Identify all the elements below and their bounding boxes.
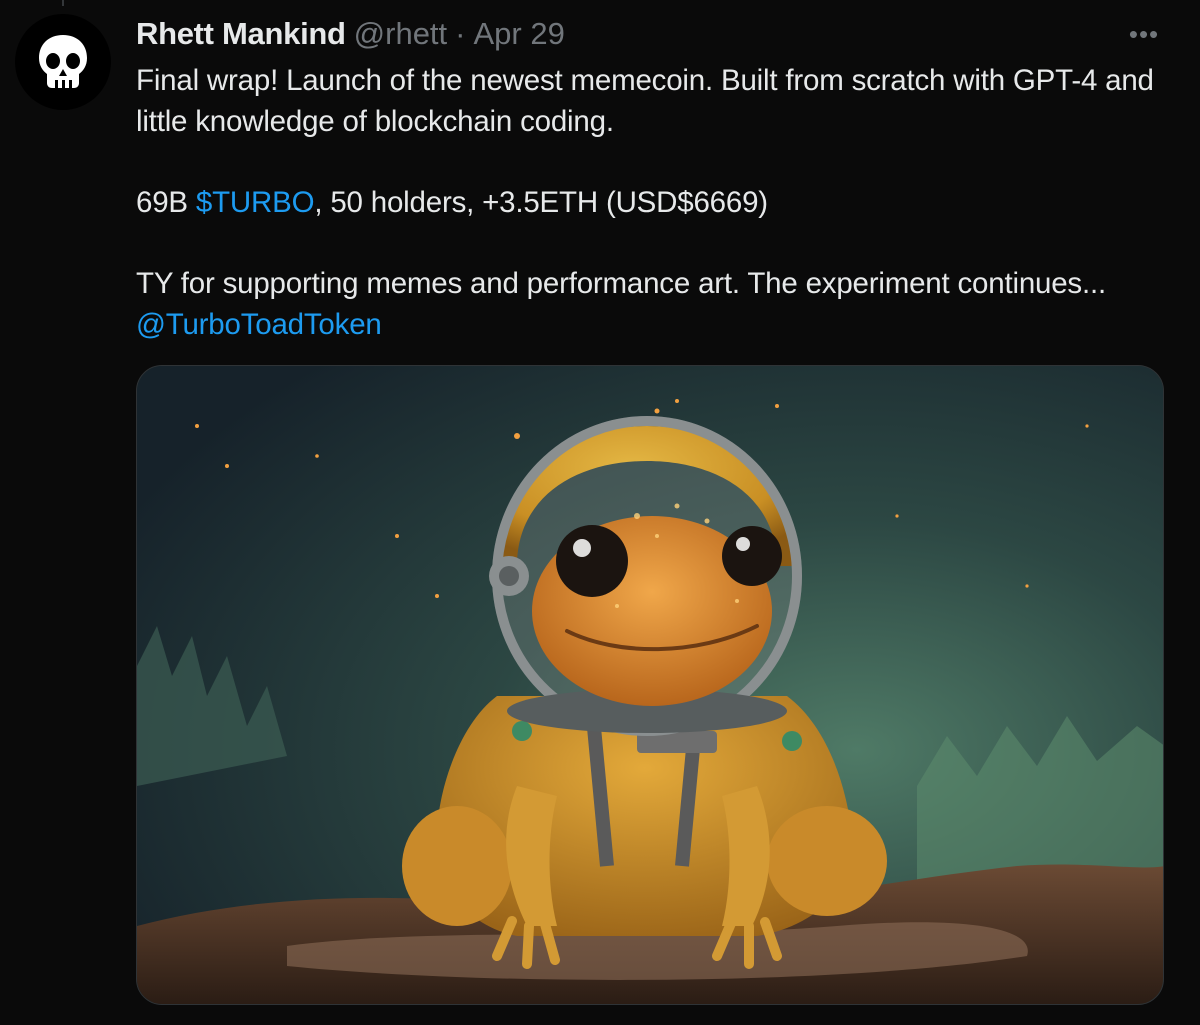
cashtag-link[interactable]: $TURBO (196, 186, 315, 219)
tweet-header: Rhett Mankind @rhett · Apr 29 (136, 14, 565, 54)
author-display-name[interactable]: Rhett Mankind (136, 16, 346, 52)
avatar[interactable] (15, 14, 111, 110)
text-segment: , 50 holders, +3.5ETH (USD$6669) (314, 186, 768, 219)
tweet-text-paragraph-3: TY for supporting memes and performance … (136, 263, 1166, 345)
tweet-text: Final wrap! Launch of the newest memecoi… (136, 60, 1166, 345)
skull-icon (39, 35, 87, 88)
author-handle[interactable]: @rhett (354, 16, 448, 52)
more-options-icon[interactable]: ••• (1124, 14, 1164, 54)
astronaut-toad-illustration (137, 366, 1163, 1004)
tweet[interactable]: Rhett Mankind @rhett · Apr 29 ••• Final … (0, 0, 1200, 1025)
mention-link[interactable]: @TurboToadToken (136, 308, 382, 341)
tweet-date[interactable]: Apr 29 (473, 16, 564, 52)
header-separator: · (455, 16, 466, 51)
tweet-text-paragraph-1: Final wrap! Launch of the newest memecoi… (136, 64, 1154, 138)
text-segment: 69B (136, 186, 196, 219)
text-segment: TY for supporting memes and performance … (136, 267, 1106, 300)
tweet-media-image[interactable] (136, 365, 1164, 1005)
tweet-text-paragraph-2: 69B $TURBO, 50 holders, +3.5ETH (USD$666… (136, 182, 1166, 223)
